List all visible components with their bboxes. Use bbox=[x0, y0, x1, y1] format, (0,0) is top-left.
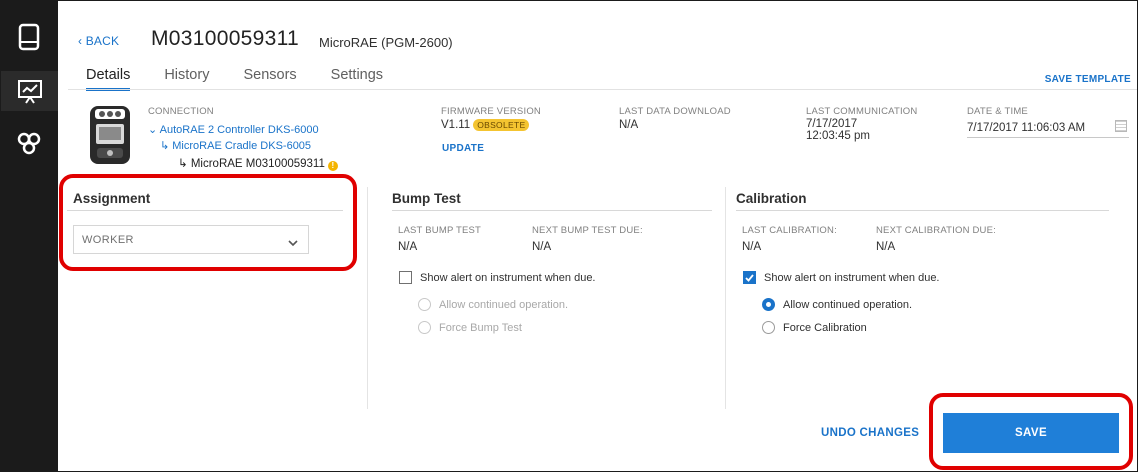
calibration-alert-checkbox[interactable] bbox=[743, 271, 756, 284]
calibration-alert-label: Show alert on instrument when due. bbox=[764, 272, 940, 284]
tab-settings[interactable]: Settings bbox=[331, 67, 383, 91]
firmware-label: FIRMWARE VERSION bbox=[441, 106, 541, 117]
check-icon bbox=[745, 274, 754, 282]
last-calibration-label: LAST CALIBRATION: bbox=[742, 225, 837, 236]
connection-cradle-link[interactable]: ↳ MicroRAE Cradle DKS-6005 bbox=[160, 139, 311, 152]
bump-allow-radio[interactable] bbox=[418, 298, 431, 311]
tab-bar: Details History Sensors Settings bbox=[86, 67, 417, 91]
bump-allow-label: Allow continued operation. bbox=[439, 299, 569, 311]
calendar-icon[interactable] bbox=[1115, 120, 1127, 132]
undo-changes-button[interactable]: UNDO CHANGES bbox=[821, 427, 919, 439]
assignment-select-value: WORKER bbox=[82, 234, 134, 246]
last-calibration-value: N/A bbox=[742, 241, 762, 253]
dashboard-icon[interactable] bbox=[1, 71, 58, 111]
bump-alert-label: Show alert on instrument when due. bbox=[420, 272, 596, 284]
next-bump-value: N/A bbox=[532, 241, 552, 253]
last-download-value: N/A bbox=[619, 119, 639, 131]
bump-test-rule bbox=[392, 210, 712, 211]
datetime-value: 7/17/2017 11:06:03 AM bbox=[967, 122, 1086, 134]
calibration-force-radio[interactable] bbox=[762, 321, 775, 334]
save-button[interactable]: SAVE bbox=[943, 413, 1119, 453]
last-bump-value: N/A bbox=[398, 241, 418, 253]
assignment-title: Assignment bbox=[73, 191, 151, 206]
connection-info: CONNECTION ⌄ AutoRAE 2 Controller DKS-60… bbox=[148, 106, 338, 171]
device-icon[interactable] bbox=[13, 21, 45, 53]
assignment-rule bbox=[67, 210, 343, 211]
connection-label: CONNECTION bbox=[148, 106, 214, 117]
calibration-title: Calibration bbox=[736, 191, 807, 206]
tab-divider bbox=[68, 89, 1137, 90]
last-comm-time: 12:03:45 pm bbox=[806, 130, 870, 142]
calibration-rule bbox=[736, 210, 1109, 211]
tab-sensors[interactable]: Sensors bbox=[243, 67, 296, 91]
calibration-force-label: Force Calibration bbox=[783, 322, 867, 334]
calibration-allow-radio[interactable] bbox=[762, 298, 775, 311]
bump-force-radio[interactable] bbox=[418, 321, 431, 334]
last-comm-date: 7/17/2017 bbox=[806, 118, 858, 130]
next-calibration-label: NEXT CALIBRATION DUE: bbox=[876, 225, 996, 236]
nav-rail bbox=[1, 1, 58, 472]
bump-force-label: Force Bump Test bbox=[439, 322, 522, 334]
device-model: MicroRAE (PGM-2600) bbox=[319, 35, 453, 50]
datetime-label: DATE & TIME bbox=[967, 106, 1028, 117]
warning-icon: ! bbox=[327, 161, 338, 171]
column-divider bbox=[367, 187, 368, 409]
groups-icon[interactable] bbox=[13, 127, 45, 159]
tab-details[interactable]: Details bbox=[86, 67, 131, 91]
connection-device: ↳ MicroRAE M03100059311! bbox=[178, 156, 338, 171]
next-bump-label: NEXT BUMP TEST DUE: bbox=[532, 225, 643, 236]
page-title: M03100059311 bbox=[151, 27, 300, 50]
firmware-value-row: V1.11 OBSOLETE bbox=[441, 119, 541, 131]
datetime-field[interactable]: 7/17/2017 11:06:03 AM bbox=[967, 118, 1129, 138]
connection-controller-link[interactable]: ⌄ AutoRAE 2 Controller DKS-6000 bbox=[148, 123, 319, 136]
back-link[interactable]: ‹ BACK bbox=[78, 34, 119, 48]
last-comm-label: LAST COMMUNICATION bbox=[806, 106, 918, 117]
assignment-select[interactable]: WORKER bbox=[73, 225, 309, 254]
app-window: ‹ BACK M03100059311 MicroRAE (PGM-2600) … bbox=[0, 0, 1138, 472]
calibration-allow-label: Allow continued operation. bbox=[783, 299, 913, 311]
column-divider bbox=[725, 187, 726, 409]
device-image bbox=[87, 104, 133, 166]
last-download-label: LAST DATA DOWNLOAD bbox=[619, 106, 731, 117]
datetime-info: DATE & TIME 7/17/2017 11:06:03 AM bbox=[967, 106, 1129, 138]
firmware-value: V1.11 bbox=[441, 119, 471, 131]
save-template-button[interactable]: SAVE TEMPLATE bbox=[1045, 74, 1131, 85]
bump-test-title: Bump Test bbox=[392, 191, 461, 206]
next-calibration-value: N/A bbox=[876, 241, 896, 253]
assignment-highlight bbox=[59, 174, 357, 271]
update-button[interactable]: UPDATE bbox=[442, 143, 484, 154]
bump-alert-checkbox[interactable] bbox=[399, 271, 412, 284]
connection-device-label: ↳ MicroRAE M03100059311 bbox=[178, 158, 325, 170]
last-communication-info: LAST COMMUNICATION 7/17/2017 12:03:45 pm bbox=[806, 106, 917, 142]
firmware-info: FIRMWARE VERSION V1.11 OBSOLETE bbox=[441, 106, 541, 131]
last-bump-label: LAST BUMP TEST bbox=[398, 225, 482, 236]
last-download-info: LAST DATA DOWNLOAD N/A bbox=[619, 106, 731, 131]
tab-history[interactable]: History bbox=[164, 67, 209, 91]
obsolete-badge: OBSOLETE bbox=[473, 119, 530, 131]
chevron-down-icon bbox=[288, 234, 298, 252]
